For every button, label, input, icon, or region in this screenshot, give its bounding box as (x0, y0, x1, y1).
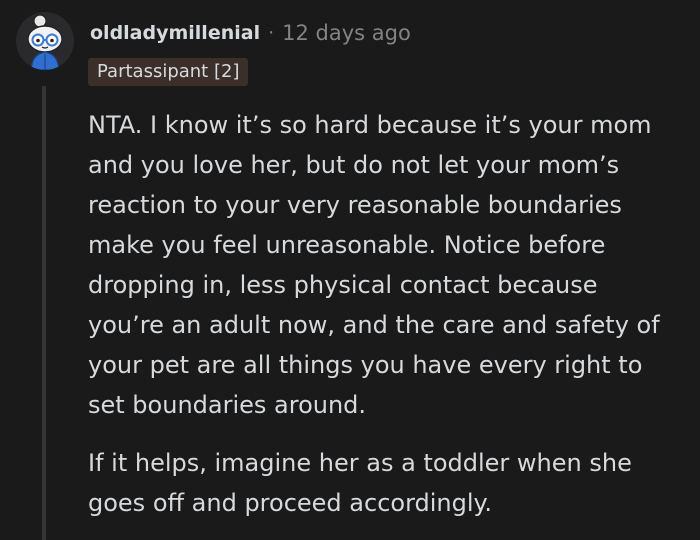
timestamp[interactable]: 12 days ago (282, 21, 411, 45)
comment-paragraph: If it helps, imagine her as a toddler wh… (88, 443, 693, 523)
user-flair-badge: Partassipant [2] (88, 58, 249, 86)
username-link[interactable]: oldladymillenial (90, 22, 260, 44)
comment-header: oldladymillenial · 12 days ago (90, 16, 411, 50)
comment-line: NTA. I know it’s so hard because it’s yo… (88, 111, 652, 139)
comment-line: reaction to your very reasonable boundar… (88, 191, 622, 219)
comment-line: If it helps, imagine her as a toddler wh… (88, 449, 632, 477)
comment: oldladymillenial · 12 days ago Partassip… (0, 0, 700, 540)
comment-body: NTA. I know it’s so hard because it’s yo… (88, 105, 693, 523)
thread-line[interactable] (42, 86, 46, 540)
meta-separator: · (268, 22, 275, 44)
comment-line: set boundaries around. (88, 391, 367, 419)
comment-line: dropping in, less physical contact becau… (88, 271, 598, 299)
comment-line: your pet are all things you have every r… (88, 351, 643, 379)
comment-line: you’re an adult now, and the care and sa… (88, 311, 660, 339)
user-avatar-icon[interactable] (16, 12, 74, 70)
comment-line: and you love her, but do not let your mo… (88, 151, 620, 179)
comment-paragraph: NTA. I know it’s so hard because it’s yo… (88, 105, 693, 425)
comment-line: make you feel unreasonable. Notice befor… (88, 231, 606, 259)
comment-line: goes off and proceed accordingly. (88, 489, 492, 517)
